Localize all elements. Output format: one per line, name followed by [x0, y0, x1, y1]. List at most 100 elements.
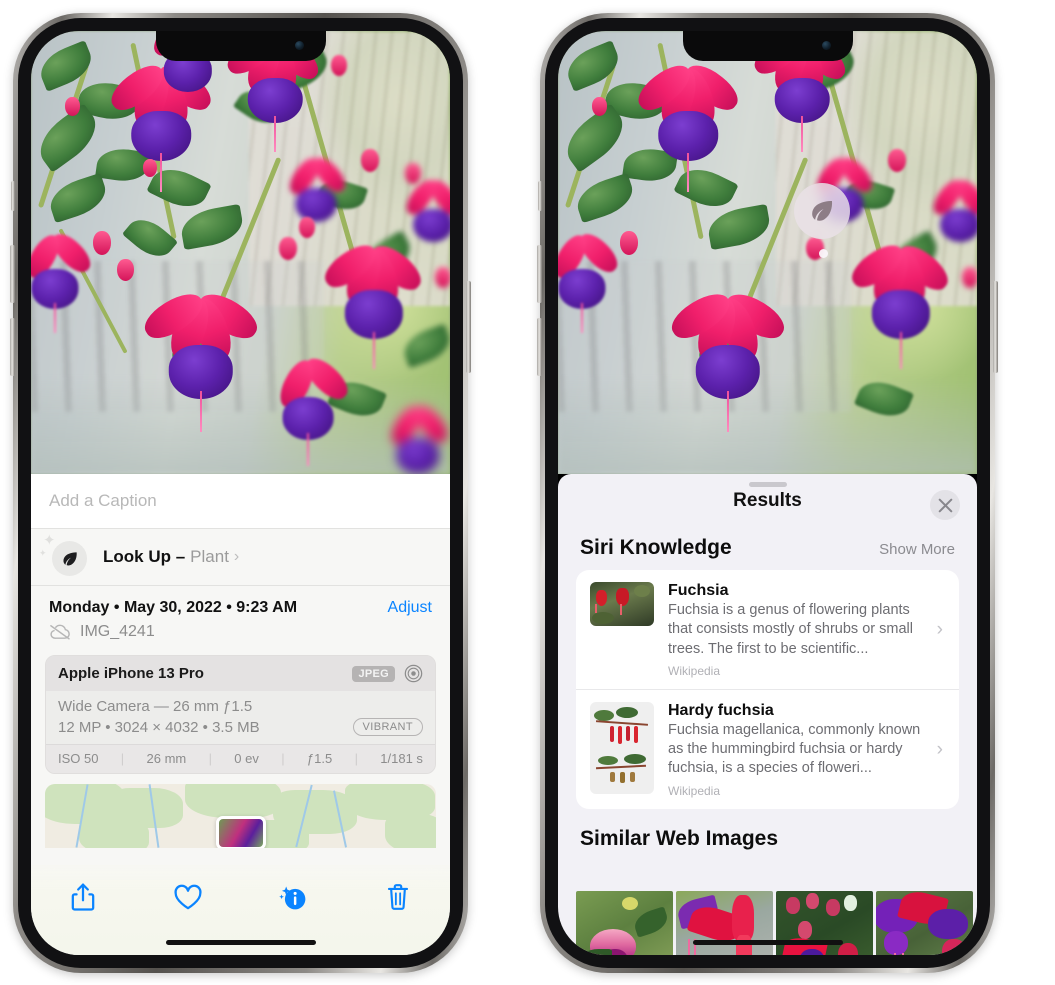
notch	[155, 31, 326, 61]
photo-fuchsia-bloom	[31, 228, 96, 334]
aperture-icon	[404, 664, 423, 683]
photo-fuchsia-bloom	[401, 175, 450, 245]
look-up-label: Look Up –	[103, 547, 186, 566]
adjust-button[interactable]: Adjust	[388, 599, 432, 617]
knowledge-card[interactable]: Fuchsia Fuchsia is a genus of flowering …	[576, 570, 959, 689]
web-image-thumbnail[interactable]	[676, 891, 773, 955]
similar-web-images-row[interactable]	[576, 891, 977, 955]
chevron-right-icon: ›	[233, 548, 240, 565]
photo-bud	[435, 267, 450, 288]
exif-stats-row: ISO 50 | 26 mm | 0 ev | ƒ1.5 | 1/181 s	[46, 744, 435, 773]
iphone-right-visual-lookup: Results Siri Knowledge Show More Fuchsia…	[537, 13, 998, 973]
knowledge-card-body: Fuchsia Fuchsia is a genus of flowering …	[654, 582, 937, 678]
sheet-title: Results	[733, 490, 802, 511]
divider: |	[120, 751, 125, 766]
knowledge-card-source: Wikipedia	[668, 783, 721, 798]
knowledge-card-source: Wikipedia	[668, 663, 721, 678]
exif-card[interactable]: Apple iPhone 13 Pro JPEG Wide Camera — 2…	[45, 655, 436, 774]
web-image-thumbnail[interactable]	[776, 891, 873, 955]
volume-up-button[interactable]	[537, 245, 542, 303]
favorite-button[interactable]	[163, 877, 213, 917]
photo-bud	[279, 237, 297, 260]
photo-fuchsia-bloom	[283, 152, 350, 225]
volume-down-button[interactable]	[10, 318, 15, 376]
side-power-button[interactable]	[993, 281, 998, 373]
photo-fuchsia-bloom	[665, 285, 791, 433]
visual-lookup-anchor-dot	[819, 249, 828, 258]
divider: |	[208, 751, 212, 766]
volume-down-button[interactable]	[537, 318, 542, 376]
web-image-thumbnail[interactable]	[876, 891, 973, 955]
knowledge-card-title: Fuchsia	[668, 582, 729, 599]
look-up-subject: Plant	[190, 547, 229, 566]
photo-bud	[331, 55, 347, 76]
share-button[interactable]	[58, 877, 108, 917]
show-more-button[interactable]: Show More	[879, 541, 955, 558]
photo-fuchsia-bloom	[928, 175, 977, 245]
photo-bud	[299, 217, 315, 238]
photo-filename: IMG_4241	[80, 623, 155, 640]
home-indicator[interactable]	[692, 940, 843, 945]
knowledge-card-description: Fuchsia is a genus of flowering plants t…	[668, 602, 913, 657]
photo-bud	[962, 267, 977, 288]
map-photo-pin[interactable]	[215, 816, 266, 848]
knowledge-card-title: Hardy fuchsia	[668, 701, 774, 719]
photo-bud	[592, 97, 607, 116]
volume-up-button[interactable]	[10, 245, 15, 303]
phone-screen-left: Add a Caption ✦ ✦ Look Up – Plant › Mond…	[31, 31, 450, 955]
visual-lookup-badge[interactable]	[794, 183, 850, 239]
info-button[interactable]	[268, 877, 318, 917]
look-up-icon-wrap: ✦ ✦	[39, 533, 87, 576]
photo-fuchsia-bloom	[632, 57, 744, 192]
photo-bud	[620, 231, 638, 255]
map-vegetation	[79, 818, 149, 848]
info-sparkle-icon	[277, 882, 309, 912]
notch	[682, 31, 853, 61]
photo-bud	[143, 159, 157, 177]
photo-fuchsia-left[interactable]	[31, 31, 450, 474]
look-up-row[interactable]: ✦ ✦ Look Up – Plant ›	[31, 529, 450, 586]
photo-date: Monday • May 30, 2022 • 9:23 AM	[49, 599, 298, 616]
delete-button[interactable]	[373, 877, 423, 917]
photo-fuchsia-bloom	[383, 400, 450, 474]
chevron-right-icon: ›	[936, 618, 943, 640]
chevron-right-icon: ›	[936, 738, 943, 760]
iphone-left-photos-info: Add a Caption ✦ ✦ Look Up – Plant › Mond…	[10, 13, 471, 973]
sparkle-icon: ✦	[39, 548, 47, 558]
web-image-thumbnail[interactable]	[576, 891, 673, 955]
knowledge-card-description: Fuchsia magellanica, commonly known as t…	[668, 721, 921, 777]
exif-body: Wide Camera — 26 mm ƒ1.5 12 MP • 3024 × …	[46, 691, 435, 744]
photo-location-map[interactable]	[45, 784, 436, 848]
front-camera-icon	[821, 41, 831, 50]
silence-switch[interactable]	[538, 181, 542, 211]
exif-specs: 12 MP • 3024 × 4032 • 3.5 MB	[58, 718, 260, 736]
photo-bud	[405, 163, 421, 184]
section-title-siri-knowledge: Siri Knowledge	[580, 536, 732, 559]
home-indicator[interactable]	[165, 940, 316, 945]
divider: |	[281, 751, 285, 766]
format-badge: JPEG	[352, 665, 395, 682]
icloud-slash-icon	[49, 624, 71, 640]
photo-fuchsia-bloom	[138, 285, 264, 433]
photo-bud	[361, 149, 379, 172]
exif-header: Apple iPhone 13 Pro JPEG	[46, 656, 435, 691]
share-icon	[70, 882, 96, 912]
side-power-button[interactable]	[466, 281, 471, 373]
photo-info-panel: Add a Caption ✦ ✦ Look Up – Plant › Mond…	[31, 474, 450, 955]
caption-input[interactable]: Add a Caption	[49, 491, 157, 511]
map-vegetation	[185, 784, 281, 818]
phone-screen-right: Results Siri Knowledge Show More Fuchsia…	[558, 31, 977, 955]
screenshot-stage: Add a Caption ✦ ✦ Look Up – Plant › Mond…	[0, 0, 1055, 985]
photo-fuchsia-right[interactable]	[558, 31, 977, 474]
photo-bud	[117, 259, 134, 281]
close-icon	[938, 498, 952, 512]
photo-fuchsia-bloom	[558, 228, 623, 334]
photo-fuchsia-bloom	[845, 237, 955, 370]
close-button[interactable]	[930, 490, 960, 520]
silence-switch[interactable]	[11, 181, 15, 211]
heart-icon	[173, 884, 203, 911]
leaf-icon	[812, 201, 833, 221]
caption-field-row[interactable]: Add a Caption	[31, 474, 450, 529]
map-vegetation	[385, 814, 436, 848]
knowledge-card[interactable]: Hardy fuchsia Fuchsia magellanica, commo…	[576, 688, 959, 809]
